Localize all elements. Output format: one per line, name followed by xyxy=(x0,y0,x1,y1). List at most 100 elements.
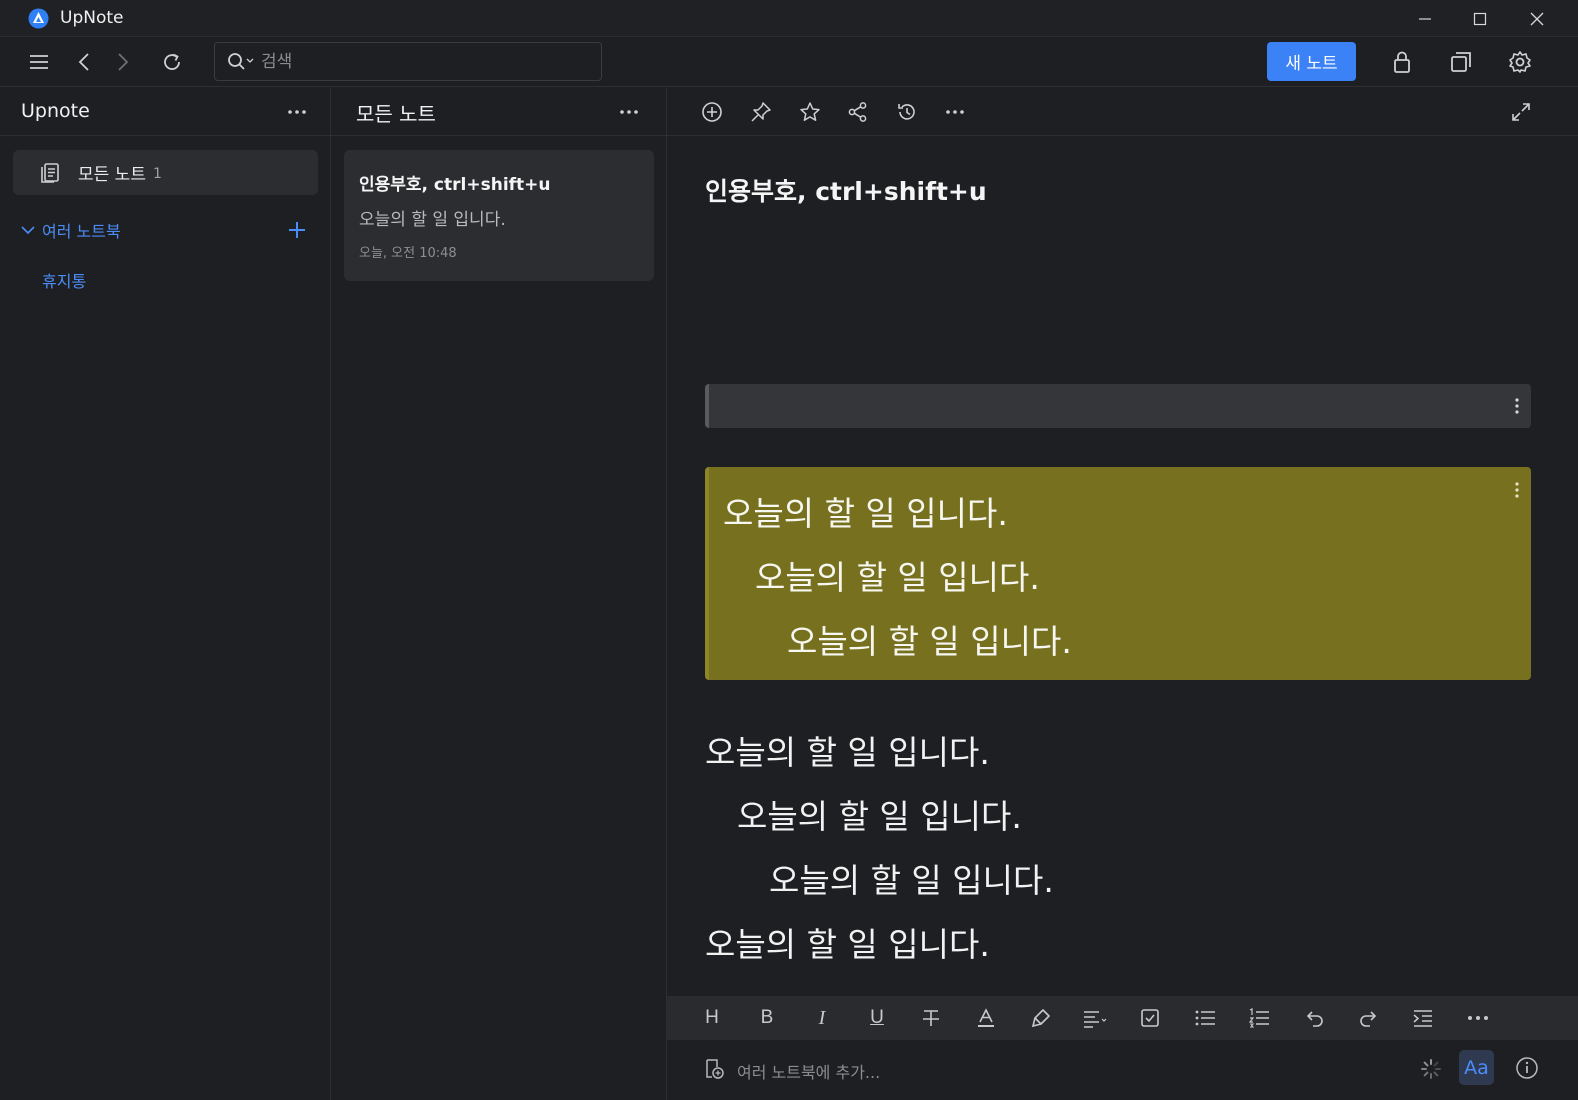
body-line[interactable]: 오늘의 할 일 입니다. xyxy=(705,726,990,774)
add-to-notebook-icon[interactable] xyxy=(703,1058,725,1080)
redo-button[interactable] xyxy=(1354,1004,1384,1032)
highlight-button[interactable] xyxy=(1026,1004,1056,1032)
note-editor: 인용부호, ctrl+shift+u 오늘의 할 일 입니다. 오늘의 할 일 … xyxy=(667,88,1578,1100)
more-horizontal-icon xyxy=(620,110,638,114)
checkbox-icon xyxy=(1141,1009,1159,1027)
main-toolbar: 새 노트 xyxy=(0,37,1578,87)
undo-button[interactable] xyxy=(1299,1004,1329,1032)
add-notebook-button[interactable] xyxy=(286,219,308,241)
body-line[interactable]: 오늘의 할 일 입니다. xyxy=(737,790,1022,838)
bold-button[interactable]: B xyxy=(752,1004,782,1032)
note-list-title: 모든 노트 xyxy=(356,102,436,126)
note-title[interactable]: 인용부호, ctrl+shift+u xyxy=(705,172,987,208)
numbered-list-icon xyxy=(1248,1008,1269,1028)
sidebar-item-all-notes[interactable]: 모든 노트 1 xyxy=(13,150,318,195)
align-left-icon xyxy=(1084,1011,1107,1028)
chevron-down-icon xyxy=(21,226,35,235)
format-more-button[interactable] xyxy=(1463,1004,1493,1032)
bullet-list-icon xyxy=(1195,1010,1215,1026)
sidebar: Upnote 모든 노트 1 여러 노트북 휴지통 xyxy=(0,88,331,1100)
text-color-button[interactable] xyxy=(971,1004,1001,1032)
new-note-button[interactable]: 새 노트 xyxy=(1267,42,1356,81)
block-menu-button[interactable] xyxy=(1512,481,1522,499)
italic-button[interactable]: I xyxy=(807,1004,837,1032)
search-input[interactable] xyxy=(261,51,581,72)
text-color-icon xyxy=(978,1008,994,1027)
add-to-notebook-field[interactable]: 여러 노트북에 추가... xyxy=(737,1059,880,1083)
forward-icon xyxy=(118,53,129,71)
favorite-button[interactable] xyxy=(798,100,822,124)
checklist-button[interactable] xyxy=(1135,1004,1165,1032)
body-line[interactable]: 오늘의 할 일 입니다. xyxy=(705,918,990,966)
menu-button[interactable] xyxy=(24,47,54,77)
indent-button[interactable] xyxy=(1408,1004,1438,1032)
back-icon xyxy=(78,53,89,71)
sidebar-item-trash[interactable]: 휴지통 xyxy=(42,268,86,292)
editor-footer: 여러 노트북에 추가... Aa xyxy=(667,1040,1578,1100)
note-more-button[interactable] xyxy=(943,100,967,124)
upnote-logo-icon xyxy=(28,8,49,29)
redo-icon xyxy=(1360,1011,1377,1027)
quote-line: 오늘의 할 일 입니다. xyxy=(787,622,1072,661)
bullet-list-button[interactable] xyxy=(1190,1004,1220,1032)
search-icon xyxy=(227,52,255,72)
undo-icon xyxy=(1306,1011,1323,1027)
more-horizontal-icon xyxy=(288,110,306,114)
body-line[interactable]: 오늘의 할 일 입니다. xyxy=(769,854,1054,902)
sidebar-title: Upnote xyxy=(21,100,90,122)
title-bar: UpNote xyxy=(0,0,1578,37)
forward-button[interactable] xyxy=(108,47,138,77)
sidebar-item-notebooks[interactable]: 여러 노트북 xyxy=(20,218,320,242)
align-button[interactable] xyxy=(1080,1004,1110,1032)
minimize-icon xyxy=(1419,17,1431,20)
copy-window-icon xyxy=(1451,52,1471,72)
sidebar-more-button[interactable] xyxy=(285,102,309,122)
refresh-button[interactable] xyxy=(157,47,187,77)
minimize-button[interactable] xyxy=(1397,0,1453,37)
sidebar-header: Upnote xyxy=(0,88,330,136)
gear-icon xyxy=(1509,51,1531,73)
font-settings-button[interactable]: Aa xyxy=(1459,1050,1494,1085)
sidebar-item-label: 모든 노트 xyxy=(78,165,146,185)
empty-blockquote[interactable] xyxy=(705,384,1531,428)
pin-button[interactable] xyxy=(749,100,773,124)
new-window-button[interactable] xyxy=(1446,47,1476,77)
note-card-preview: 오늘의 할 일 입니다. xyxy=(359,210,506,230)
strikethrough-icon xyxy=(923,1010,939,1026)
quote-line: 오늘의 할 일 입니다. xyxy=(723,494,1008,533)
note-list: 모든 노트 인용부호, ctrl+shift+u 오늘의 할 일 입니다. 오늘… xyxy=(331,88,667,1100)
share-icon xyxy=(848,102,867,122)
highlighted-blockquote[interactable]: 오늘의 할 일 입니다. 오늘의 할 일 입니다. 오늘의 할 일 입니다. xyxy=(705,467,1531,680)
close-button[interactable] xyxy=(1509,0,1565,37)
numbered-list-button[interactable] xyxy=(1244,1004,1274,1032)
back-button[interactable] xyxy=(69,47,99,77)
lock-button[interactable] xyxy=(1387,47,1417,77)
sync-spinner-icon xyxy=(1420,1058,1442,1080)
history-icon xyxy=(898,104,915,120)
editor-toolbar xyxy=(667,88,1578,136)
note-card-title: 인용부호, ctrl+shift+u xyxy=(359,175,551,195)
note-card[interactable]: 인용부호, ctrl+shift+u 오늘의 할 일 입니다. 오늘, 오전 1… xyxy=(344,150,654,281)
maximize-button[interactable] xyxy=(1452,0,1508,37)
block-menu-button[interactable] xyxy=(1512,397,1522,415)
settings-button[interactable] xyxy=(1505,47,1535,77)
fullscreen-button[interactable] xyxy=(1509,100,1533,124)
note-card-date: 오늘, 오전 10:48 xyxy=(359,246,457,261)
info-button[interactable] xyxy=(1515,1056,1539,1080)
history-button[interactable] xyxy=(895,100,919,124)
quote-line: 오늘의 할 일 입니다. xyxy=(755,558,1040,597)
more-horizontal-icon xyxy=(1468,1016,1488,1020)
share-button[interactable] xyxy=(846,100,870,124)
note-list-more-button[interactable] xyxy=(617,102,641,122)
search-box[interactable] xyxy=(214,42,602,81)
lock-icon xyxy=(1394,51,1410,73)
maximize-icon xyxy=(1473,12,1487,25)
expand-icon xyxy=(1512,103,1530,121)
pin-icon xyxy=(751,102,771,122)
refresh-icon xyxy=(164,53,180,70)
heading-button[interactable]: H xyxy=(697,1004,727,1032)
underline-button[interactable]: U xyxy=(862,1004,892,1032)
info-icon xyxy=(1516,1057,1538,1079)
strikethrough-button[interactable] xyxy=(916,1004,946,1032)
add-button[interactable] xyxy=(700,100,724,124)
